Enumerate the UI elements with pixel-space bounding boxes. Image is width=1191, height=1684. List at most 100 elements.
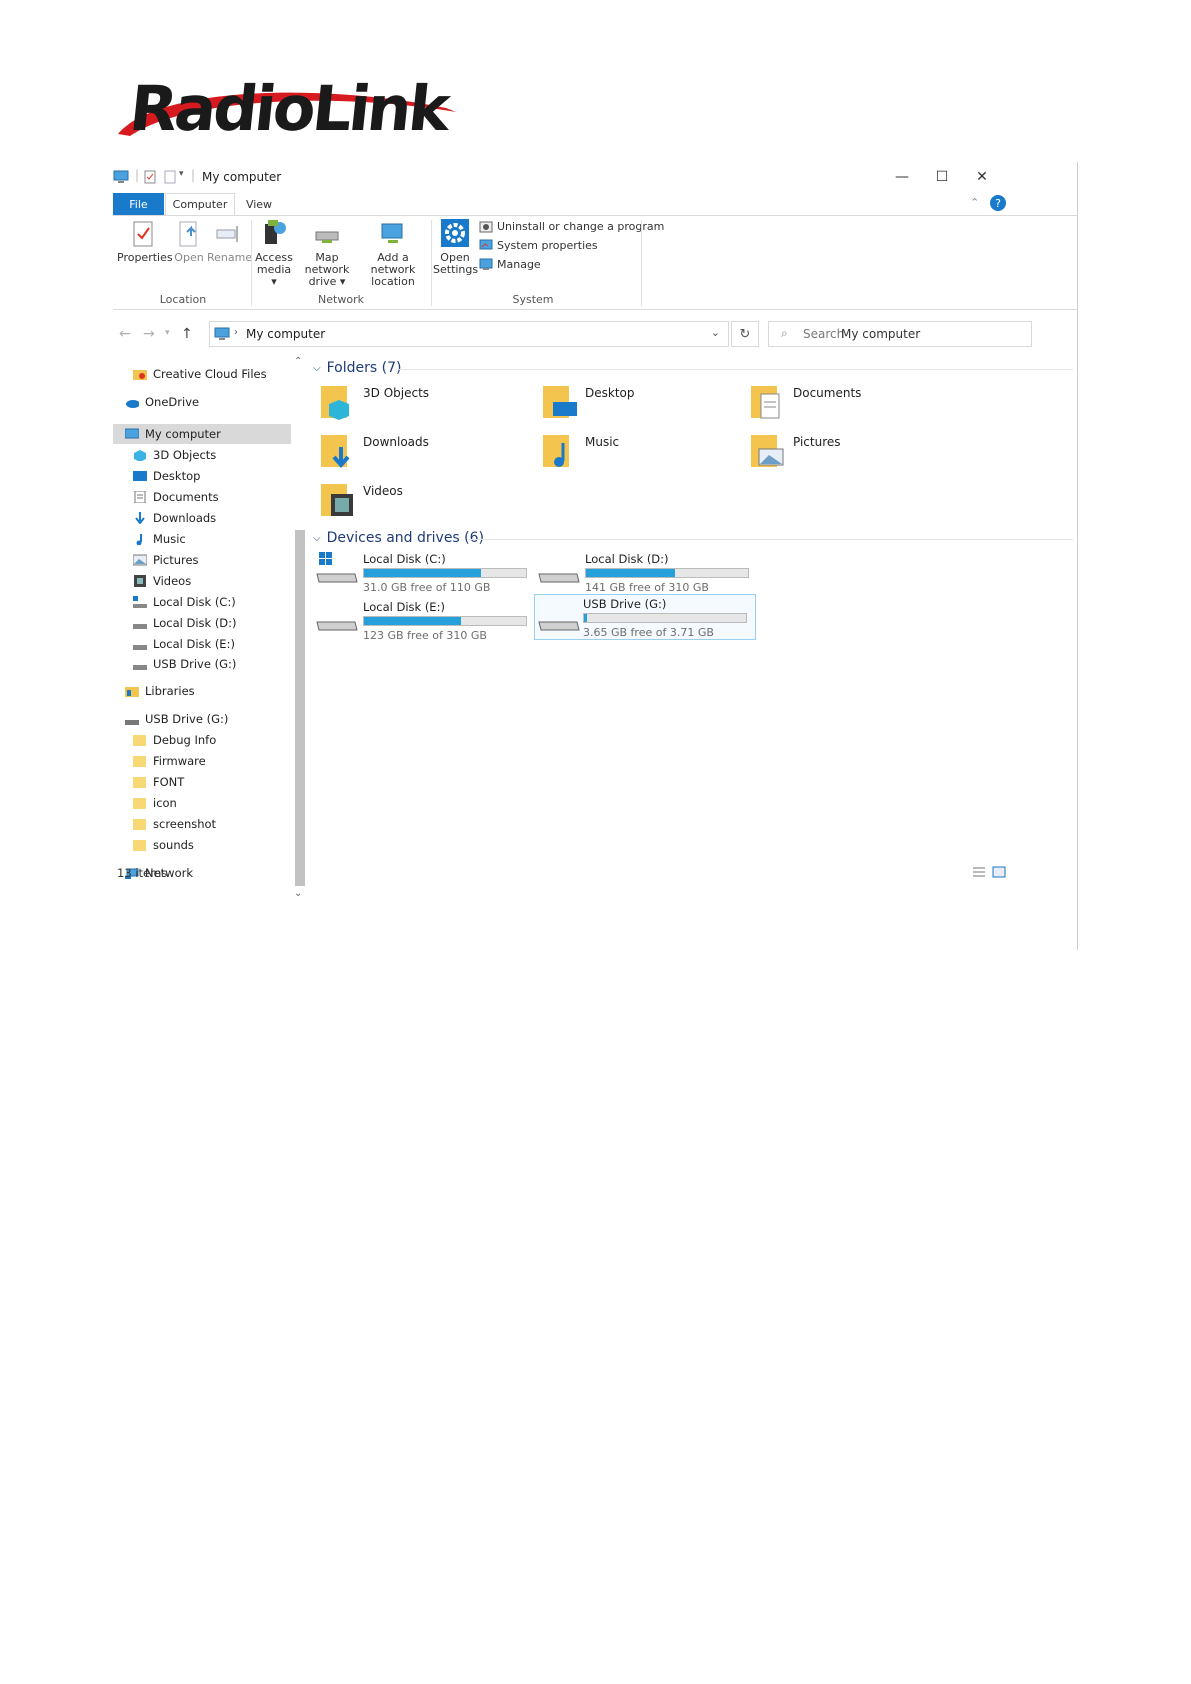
drive-name: USB Drive (G:)	[583, 597, 667, 611]
scrollbar-thumb[interactable]	[295, 530, 305, 886]
sidebar-item-my-computer[interactable]: My computer	[113, 424, 291, 444]
sidebar-item-usb-drive-root[interactable]: USB Drive (G:)	[113, 709, 291, 729]
folder-documents[interactable]: Documents	[749, 382, 969, 428]
folders-group-header[interactable]: ⌵ Folders (7)	[313, 360, 401, 376]
open-settings-button[interactable]: Open Settings	[433, 218, 479, 276]
folder-music[interactable]: Music	[541, 431, 761, 477]
content-pane: ⌵ Folders (7) 3D Objects Desktop Document…	[307, 358, 1078, 928]
sidebar-item-font[interactable]: FONT	[113, 772, 291, 792]
uninstall-program-button[interactable]: Uninstall or change a program	[479, 220, 664, 233]
scroll-down-icon[interactable]: ⌄	[294, 888, 302, 899]
manage-button[interactable]: Manage	[479, 258, 541, 271]
sidebar-item-firmware[interactable]: Firmware	[113, 751, 291, 771]
tab-file[interactable]: File	[113, 193, 164, 215]
qat-dropdown-icon[interactable]: ▾	[179, 169, 184, 179]
drive-usage-bar	[363, 616, 527, 626]
sidebar-item-documents[interactable]: Documents	[113, 487, 291, 507]
drive-local-disk-d[interactable]: Local Disk (D:) 141 GB free of 310 GB	[537, 550, 759, 596]
help-button[interactable]: ?	[990, 195, 1006, 211]
folder-icon	[133, 840, 146, 851]
system-properties-button[interactable]: System properties	[479, 239, 598, 252]
item-count: 13 items	[117, 866, 168, 880]
up-icon[interactable]: ↑	[181, 326, 193, 342]
drive-usage-bar	[585, 568, 749, 578]
sidebar-item-local-disk-c[interactable]: Local Disk (C:)	[113, 592, 291, 612]
collapse-ribbon-icon[interactable]: ⌃	[970, 196, 979, 209]
drive-name: Local Disk (D:)	[585, 552, 669, 566]
add-network-location-button[interactable]: Add a network location	[358, 218, 428, 288]
sidebar-item-desktop[interactable]: Desktop	[113, 466, 291, 486]
rename-button[interactable]: Rename	[207, 220, 252, 264]
tab-view[interactable]: View	[239, 193, 279, 215]
explorer-window: | ▾ | My computer — ☐ ✕ File Computer Vi…	[113, 162, 1078, 950]
sidebar-item-usb-drive-g[interactable]: USB Drive (G:)	[113, 654, 291, 674]
sidebar-item-local-disk-d[interactable]: Local Disk (D:)	[113, 613, 291, 633]
access-media-button[interactable]: Access media ▾	[253, 218, 295, 288]
3d-objects-icon	[134, 450, 146, 461]
search-placeholder: Search	[803, 327, 845, 341]
ribbon: Properties Open Rename Location Access m…	[113, 215, 1078, 310]
folder-videos[interactable]: Videos	[319, 480, 539, 526]
drives-group-header[interactable]: ⌵ Devices and drives (6)	[313, 530, 484, 546]
sidebar-item-sounds[interactable]: sounds	[113, 835, 291, 855]
drive-local-disk-e[interactable]: Local Disk (E:) 123 GB free of 310 GB	[315, 598, 537, 644]
forward-icon[interactable]: →	[143, 326, 155, 342]
add-location-label-2: location	[371, 275, 415, 288]
properties-qat-icon[interactable]	[143, 170, 157, 184]
add-location-label: Add a network	[370, 251, 416, 276]
scroll-up-icon[interactable]: ⌃	[294, 356, 302, 367]
divider: |	[135, 168, 140, 182]
folder-pictures[interactable]: Pictures	[749, 431, 969, 477]
navigation-pane: Creative Cloud Files OneDrive My compute…	[113, 358, 291, 928]
sidebar-item-3d-objects[interactable]: 3D Objects	[113, 445, 291, 465]
drive-local-disk-c[interactable]: Local Disk (C:) 31.0 GB free of 110 GB	[315, 550, 537, 596]
sidebar-item-music[interactable]: Music	[113, 529, 291, 549]
sidebar-item-debug-info[interactable]: Debug Info	[113, 730, 291, 750]
refresh-button[interactable]: ↻	[731, 321, 759, 347]
drive-usage-bar	[583, 613, 747, 623]
creative-cloud-icon	[133, 370, 147, 380]
address-bar[interactable]: › My computer ⌄	[209, 321, 729, 347]
back-icon[interactable]: ←	[119, 326, 131, 342]
search-input[interactable]: ⌕ Search My computer	[768, 321, 1032, 347]
sidebar-item-onedrive[interactable]: OneDrive	[113, 392, 291, 412]
folder-downloads[interactable]: Downloads	[319, 431, 539, 477]
sidebar-item-local-disk-e[interactable]: Local Disk (E:)	[113, 634, 291, 654]
sidebar-item-pictures[interactable]: Pictures	[113, 550, 291, 570]
search-icon: ⌕	[781, 326, 788, 340]
tab-computer[interactable]: Computer	[165, 193, 235, 215]
sidebar-scrollbar[interactable]: ⌃ ⌄	[291, 356, 307, 920]
open-label: Open	[174, 251, 204, 264]
documents-folder-icon	[751, 386, 780, 419]
minimize-button[interactable]: —	[890, 166, 914, 188]
breadcrumb-my-computer[interactable]: My computer	[246, 327, 325, 341]
maximize-button[interactable]: ☐	[930, 166, 954, 188]
details-view-icon[interactable]	[972, 866, 986, 878]
address-dropdown-icon[interactable]: ⌄	[711, 326, 720, 339]
drive-usb-drive-g[interactable]: USB Drive (G:) 3.65 GB free of 3.71 GB	[534, 594, 756, 640]
manage-icon	[479, 258, 493, 270]
open-button[interactable]: Open	[169, 220, 209, 264]
folder-3d-objects[interactable]: 3D Objects	[319, 382, 539, 428]
folder-desktop[interactable]: Desktop	[541, 382, 761, 428]
recent-dropdown-icon[interactable]: ▾	[165, 328, 170, 338]
logo-text: RadioLink	[126, 72, 451, 145]
sidebar-item-icon[interactable]: icon	[113, 793, 291, 813]
properties-button[interactable]: Properties	[117, 220, 173, 264]
sidebar-item-videos[interactable]: Videos	[113, 571, 291, 591]
title-bar: | ▾ | My computer — ☐ ✕	[113, 162, 1078, 192]
desktop-folder-icon	[543, 386, 577, 418]
folder-icon	[133, 819, 146, 830]
sidebar-item-downloads[interactable]: Downloads	[113, 508, 291, 528]
close-button[interactable]: ✕	[970, 166, 994, 188]
sidebar-item-libraries[interactable]: Libraries	[113, 681, 291, 701]
open-settings-label-2: Settings	[433, 263, 479, 276]
sidebar-item-screenshot[interactable]: screenshot	[113, 814, 291, 834]
access-media-label-2: media ▾	[256, 263, 292, 288]
map-network-drive-button[interactable]: Map network drive ▾	[296, 218, 358, 288]
large-icons-view-icon[interactable]	[992, 866, 1006, 878]
drive-usage-fill	[364, 569, 481, 577]
new-folder-qat-icon[interactable]	[163, 170, 177, 184]
sidebar-item-creative-cloud[interactable]: Creative Cloud Files	[113, 364, 291, 384]
drive-free-space: 31.0 GB free of 110 GB	[363, 581, 491, 594]
